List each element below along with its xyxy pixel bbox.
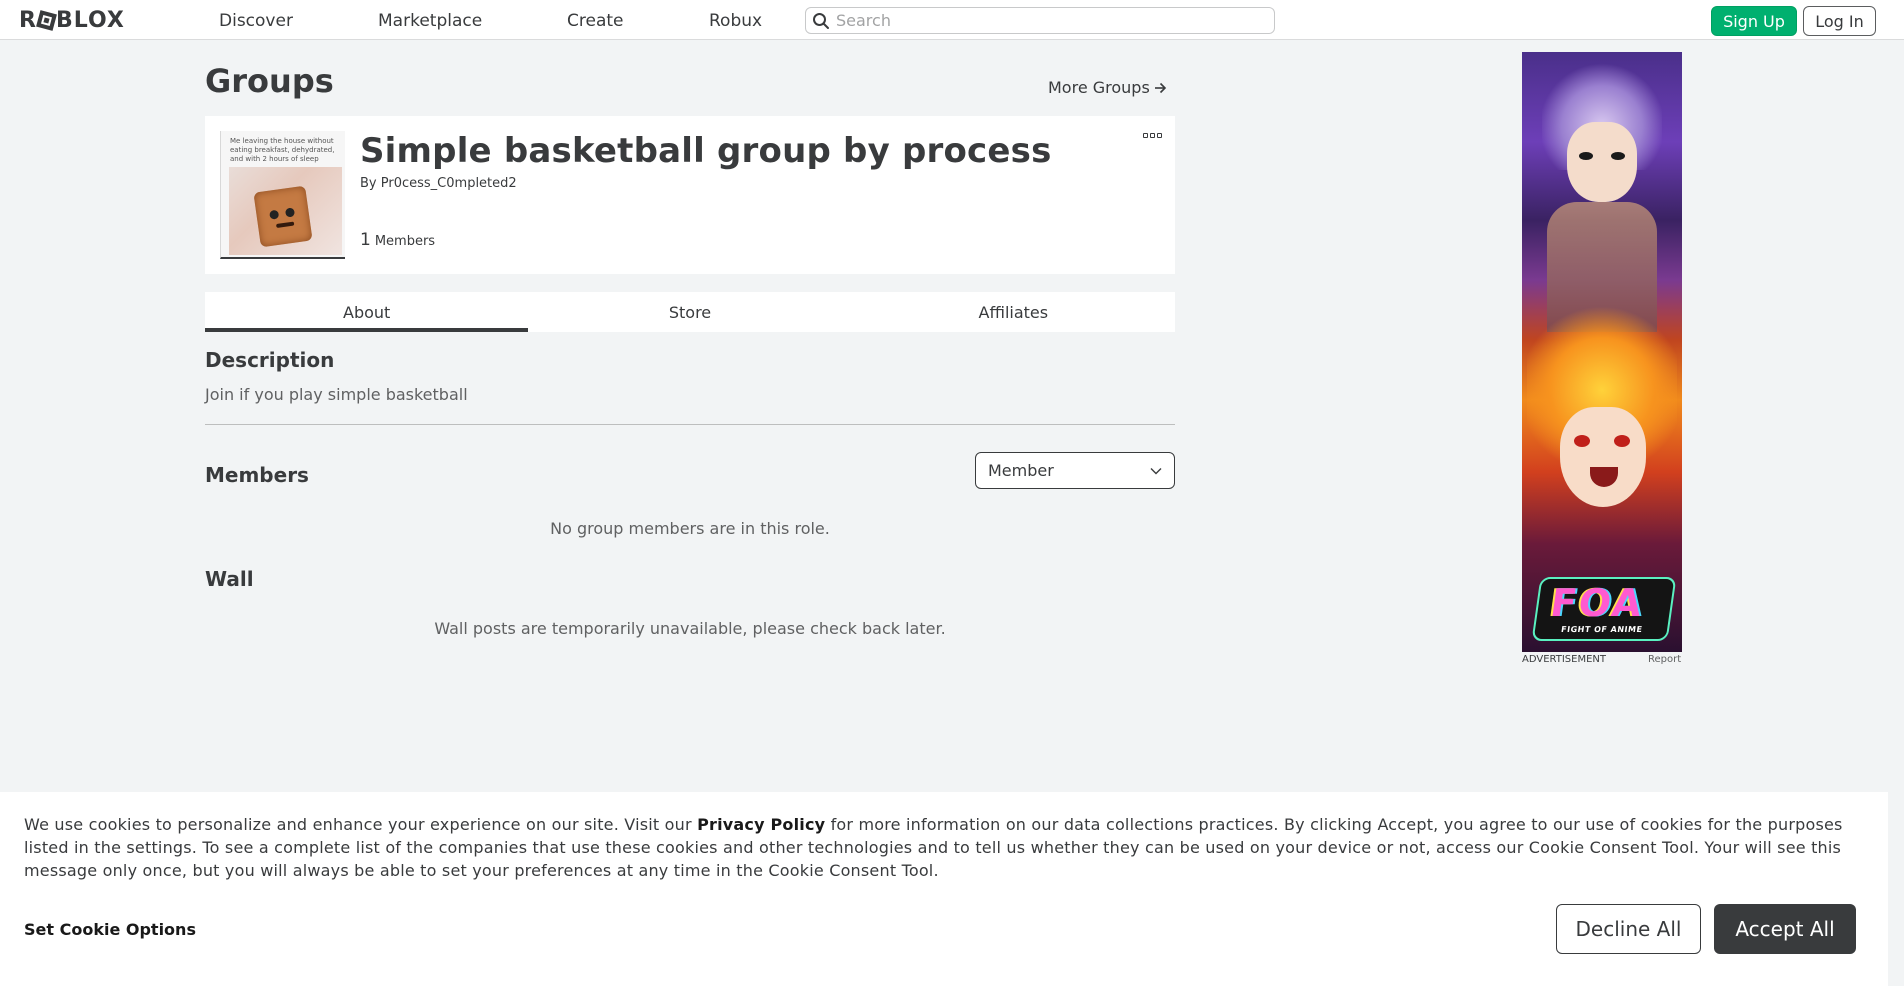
ad-game-logo: FOA FIGHT OF ANIME <box>1531 577 1677 641</box>
group-header-card: Me leaving the house without eating brea… <box>205 116 1175 274</box>
nav-robux[interactable]: Robux <box>709 11 762 31</box>
group-tabs: About Store Affiliates <box>205 292 1175 332</box>
page-title: Groups <box>205 62 334 100</box>
thumbnail-caption: Me leaving the house without eating brea… <box>230 137 335 163</box>
group-owner-line: By Pr0cess_C0mpleted2 <box>360 176 517 191</box>
role-dropdown[interactable]: Member <box>975 452 1175 489</box>
tab-about[interactable]: About <box>205 292 529 332</box>
roblox-logo[interactable]: R BLOX <box>19 8 125 33</box>
log-in-button[interactable]: Log In <box>1803 6 1876 36</box>
by-label: By <box>360 176 377 191</box>
wall-heading: Wall <box>205 567 254 591</box>
group-owner-link[interactable]: Pr0cess_C0mpleted2 <box>381 176 517 191</box>
nav-create[interactable]: Create <box>567 11 624 31</box>
search-input[interactable] <box>836 11 1274 30</box>
ad-character-face-bottom <box>1560 407 1646 507</box>
search-icon[interactable] <box>806 7 836 34</box>
more-groups-label: More Groups <box>1048 78 1150 97</box>
logo-o-mark <box>36 10 57 31</box>
report-ad-link[interactable]: Report <box>1648 654 1681 665</box>
member-count-number: 1 <box>360 230 371 250</box>
set-cookie-options-link[interactable]: Set Cookie Options <box>24 920 196 939</box>
section-divider <box>205 424 1175 425</box>
privacy-policy-link[interactable]: Privacy Policy <box>697 815 825 834</box>
cookie-text-before: We use cookies to personalize and enhanc… <box>24 815 698 834</box>
no-members-message: No group members are in this role. <box>550 519 830 538</box>
more-options-icon[interactable] <box>1143 130 1163 140</box>
description-heading: Description <box>205 348 335 372</box>
nav-discover[interactable]: Discover <box>219 11 293 31</box>
logo-letters-blox: BLOX <box>55 8 125 33</box>
advertisement-label: ADVERTISEMENT <box>1522 654 1607 665</box>
tab-store[interactable]: Store <box>528 292 851 332</box>
nav-marketplace[interactable]: Marketplace <box>378 11 482 31</box>
cookie-consent-banner: We use cookies to personalize and enhanc… <box>0 792 1888 986</box>
cracker-character-graphic <box>253 185 313 248</box>
top-navigation-bar: R BLOX Discover Marketplace Create Robux … <box>0 0 1904 40</box>
more-groups-link[interactable]: More Groups <box>1048 78 1167 97</box>
accept-all-button[interactable]: Accept All <box>1714 904 1856 954</box>
search-box <box>805 7 1275 34</box>
group-thumbnail: Me leaving the house without eating brea… <box>220 131 345 259</box>
ad-logo-subtitle: FIGHT OF ANIME <box>1560 625 1644 634</box>
arrow-right-icon <box>1154 82 1166 93</box>
decline-all-button[interactable]: Decline All <box>1556 904 1701 954</box>
sign-up-button[interactable]: Sign Up <box>1711 6 1797 36</box>
ad-character-face-top <box>1567 122 1637 202</box>
tab-affiliates[interactable]: Affiliates <box>852 292 1175 332</box>
thumbnail-image <box>229 167 342 255</box>
chevron-down-icon <box>1150 467 1162 474</box>
member-count-label: Members <box>374 234 436 249</box>
description-text: Join if you play simple basketball <box>205 385 468 404</box>
cookie-message: We use cookies to personalize and enhanc… <box>24 813 1854 882</box>
members-heading: Members <box>205 463 309 487</box>
group-member-count: 1 Members <box>360 230 435 250</box>
logo-letter-r: R <box>19 8 37 33</box>
wall-unavailable-message: Wall posts are temporarily unavailable, … <box>434 619 946 638</box>
advertisement-banner[interactable]: FOA FIGHT OF ANIME <box>1522 52 1682 652</box>
group-name: Simple basketball group by process <box>360 131 1052 171</box>
ad-logo-text: FOA <box>1547 581 1647 625</box>
role-dropdown-value: Member <box>988 461 1054 480</box>
